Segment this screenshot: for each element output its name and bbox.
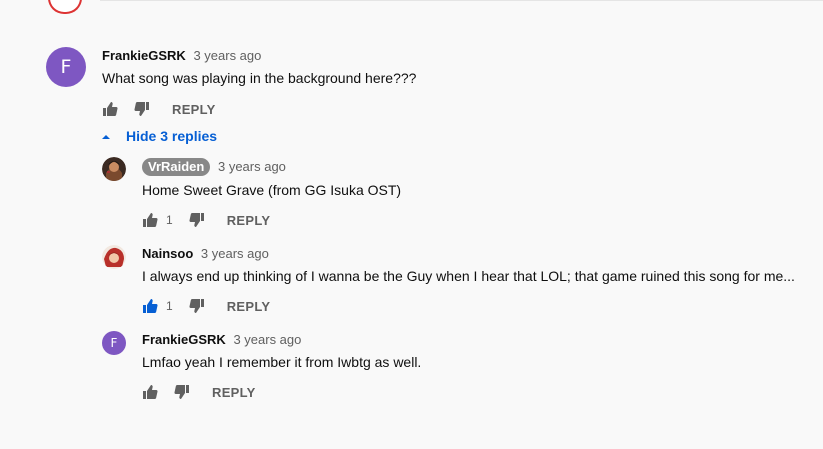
reply-actions: 1 REPLY — [142, 296, 276, 316]
reply-button[interactable]: REPLY — [221, 213, 277, 228]
like-count: 1 — [166, 213, 173, 227]
reply-actions: REPLY — [142, 382, 262, 402]
timestamp[interactable]: 3 years ago — [218, 159, 286, 174]
timestamp[interactable]: 3 years ago — [233, 332, 301, 347]
previous-comment-avatar[interactable] — [48, 0, 82, 14]
reply-text: Lmfao yeah I remember it from Iwbtg as w… — [142, 354, 422, 370]
thumbs-down-icon[interactable] — [189, 212, 205, 228]
divider — [100, 0, 823, 1]
avatar-letter: F — [110, 336, 118, 350]
comment-actions: REPLY — [102, 99, 222, 119]
comment-text: What song was playing in the background … — [102, 70, 417, 86]
timestamp[interactable]: 3 years ago — [201, 246, 269, 261]
caret-up-icon — [100, 130, 112, 142]
thumbs-up-icon[interactable] — [102, 101, 118, 117]
reply-button[interactable]: REPLY — [166, 102, 222, 117]
author-name[interactable]: Nainsoo — [142, 246, 193, 261]
reply-button[interactable]: REPLY — [206, 385, 262, 400]
like-count: 1 — [166, 299, 173, 313]
author-name[interactable]: FrankieGSRK — [102, 48, 186, 63]
reply-text: Home Sweet Grave (from GG Isuka OST) — [142, 182, 402, 198]
reply-button[interactable]: REPLY — [221, 299, 277, 314]
author-name[interactable]: VrRaiden — [142, 158, 211, 176]
avatar[interactable]: F — [102, 331, 126, 355]
avatar[interactable]: F — [46, 47, 86, 87]
thumbs-up-icon[interactable] — [142, 212, 158, 228]
hide-replies-button[interactable]: Hide 3 replies — [100, 127, 217, 145]
reply-header: Nainsoo 3 years ago — [142, 246, 269, 262]
reply-text: I always end up thinking of I wanna be t… — [142, 268, 795, 284]
reply-header: VrRaiden 3 years ago — [142, 158, 286, 176]
reply-header: FrankieGSRK 3 years ago — [142, 332, 301, 348]
avatar-letter: F — [60, 56, 72, 78]
comment-header: FrankieGSRK 3 years ago — [102, 48, 261, 64]
reply-actions: 1 REPLY — [142, 210, 276, 230]
hide-replies-label: Hide 3 replies — [126, 128, 218, 144]
thumbs-up-icon-liked[interactable] — [142, 298, 158, 314]
thumbs-down-icon[interactable] — [134, 101, 150, 117]
avatar[interactable] — [102, 245, 126, 269]
thumbs-up-icon[interactable] — [142, 384, 158, 400]
thumbs-down-icon[interactable] — [189, 298, 205, 314]
thumbs-down-icon[interactable] — [174, 384, 190, 400]
author-name[interactable]: FrankieGSRK — [142, 332, 226, 347]
avatar[interactable] — [102, 157, 126, 181]
timestamp[interactable]: 3 years ago — [193, 48, 261, 63]
